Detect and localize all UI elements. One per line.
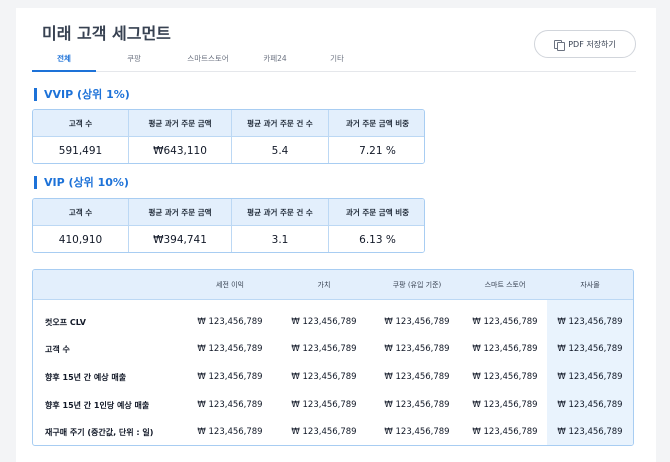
table-cell: ₩ 123,456,789 [384, 372, 450, 382]
row-label: 고객 수 [45, 345, 70, 354]
table-cell: ₩ 123,456,789 [291, 427, 357, 437]
value-avg-order-count: 3.1 [232, 226, 329, 252]
value-avg-order-count: 5.4 [232, 137, 329, 163]
table-cell: ₩ 123,456,789 [197, 400, 263, 410]
channel-tabs: 전체 쿠팡 스마트스토어 카페24 기타 [32, 48, 636, 72]
forecast-table-header: 세전 이익 가치 쿠팡 (유입 기준) 스마트 스토어 자사몰 [33, 270, 633, 300]
tab-etc[interactable]: 기타 [306, 48, 368, 72]
vvip-metrics-table: 고객 수 평균 과거 주문 금액 평균 과거 주문 건 수 과거 주문 금액 비… [32, 109, 425, 164]
header-order-amount-share: 과거 주문 금액 비중 [329, 199, 424, 226]
table-row: 향후 15년 간 예상 매출 ₩ 123,456,789 ₩ 123,456,7… [33, 364, 633, 391]
row-label: 재구매 주기 (중간값, 단위 : 일) [45, 428, 154, 437]
header-order-amount-share: 과거 주문 금액 비중 [329, 110, 424, 137]
header-smartstore: 스마트 스토어 [484, 281, 526, 289]
header-customer-count: 고객 수 [33, 110, 129, 137]
table-cell: ₩ 123,456,789 [557, 344, 623, 354]
table-row: 고객 수 ₩ 123,456,789 ₩ 123,456,789 ₩ 123,4… [33, 336, 633, 363]
header-coupang: 쿠팡 (유입 기준) [392, 281, 442, 289]
table-cell: ₩ 123,456,789 [472, 344, 538, 354]
header-pretax-profit: 세전 이익 [216, 281, 244, 289]
tab-all[interactable]: 전체 [32, 48, 96, 72]
table-cell: ₩ 123,456,789 [557, 372, 623, 382]
table-cell: ₩ 123,456,789 [384, 317, 450, 327]
value-order-amount-share: 7.21 % [329, 137, 424, 163]
table-cell: ₩ 123,456,789 [384, 427, 450, 437]
table-cell: ₩ 123,456,789 [472, 400, 538, 410]
header-avg-order-amount: 평균 과거 주문 금액 [129, 110, 232, 137]
header-avg-order-amount: 평균 과거 주문 금액 [129, 199, 232, 226]
table-cell: ₩ 123,456,789 [472, 372, 538, 382]
page-title: 미래 고객 세그먼트 [42, 24, 171, 43]
table-cell: ₩ 123,456,789 [197, 427, 263, 437]
table-cell: ₩ 123,456,789 [557, 400, 623, 410]
tab-cafe24[interactable]: 카페24 [244, 48, 306, 72]
header-own-mall: 자사몰 [580, 281, 600, 289]
row-label: 향후 15년 간 1인당 예상 매출 [45, 401, 150, 410]
vip-metrics-table: 고객 수 평균 과거 주문 금액 평균 과거 주문 건 수 과거 주문 금액 비… [32, 198, 425, 253]
vip-section-title: VIP (상위 10%) [34, 176, 129, 189]
table-cell: ₩ 123,456,789 [197, 317, 263, 327]
tab-coupang[interactable]: 쿠팡 [96, 48, 172, 72]
table-row: 컷오프 CLV ₩ 123,456,789 ₩ 123,456,789 ₩ 12… [33, 309, 633, 336]
header-customer-count: 고객 수 [33, 199, 129, 226]
header-value: 가치 [317, 281, 331, 289]
row-label: 컷오프 CLV [45, 318, 86, 327]
value-avg-order-amount: ₩394,741 [129, 226, 232, 252]
table-cell: ₩ 123,456,789 [291, 317, 357, 327]
forecast-table: 세전 이익 가치 쿠팡 (유입 기준) 스마트 스토어 자사몰 컷오프 CLV … [32, 269, 634, 446]
segment-panel: 미래 고객 세그먼트 PDF 저장하기 전체 쿠팡 스마트스토어 카페24 기타… [16, 8, 656, 462]
table-cell: ₩ 123,456,789 [384, 344, 450, 354]
row-label: 향후 15년 간 예상 매출 [45, 373, 127, 382]
table-cell: ₩ 123,456,789 [291, 400, 357, 410]
header-avg-order-count: 평균 과거 주문 건 수 [232, 110, 329, 137]
header-avg-order-count: 평균 과거 주문 건 수 [232, 199, 329, 226]
table-cell: ₩ 123,456,789 [197, 372, 263, 382]
tab-smartstore[interactable]: 스마트스토어 [172, 48, 244, 72]
vvip-section-title: VVIP (상위 1%) [34, 88, 130, 101]
table-cell: ₩ 123,456,789 [557, 427, 623, 437]
table-row: 재구매 주기 (중간값, 단위 : 일) ₩ 123,456,789 ₩ 123… [33, 419, 633, 445]
table-row: 향후 15년 간 1인당 예상 매출 ₩ 123,456,789 ₩ 123,4… [33, 392, 633, 419]
table-cell: ₩ 123,456,789 [557, 317, 623, 327]
value-customer-count: 591,491 [33, 137, 129, 163]
table-cell: ₩ 123,456,789 [384, 400, 450, 410]
table-cell: ₩ 123,456,789 [472, 317, 538, 327]
table-cell: ₩ 123,456,789 [291, 372, 357, 382]
table-cell: ₩ 123,456,789 [472, 427, 538, 437]
table-cell: ₩ 123,456,789 [197, 344, 263, 354]
value-customer-count: 410,910 [33, 226, 129, 252]
table-cell: ₩ 123,456,789 [291, 344, 357, 354]
value-order-amount-share: 6.13 % [329, 226, 424, 252]
value-avg-order-amount: ₩643,110 [129, 137, 232, 163]
